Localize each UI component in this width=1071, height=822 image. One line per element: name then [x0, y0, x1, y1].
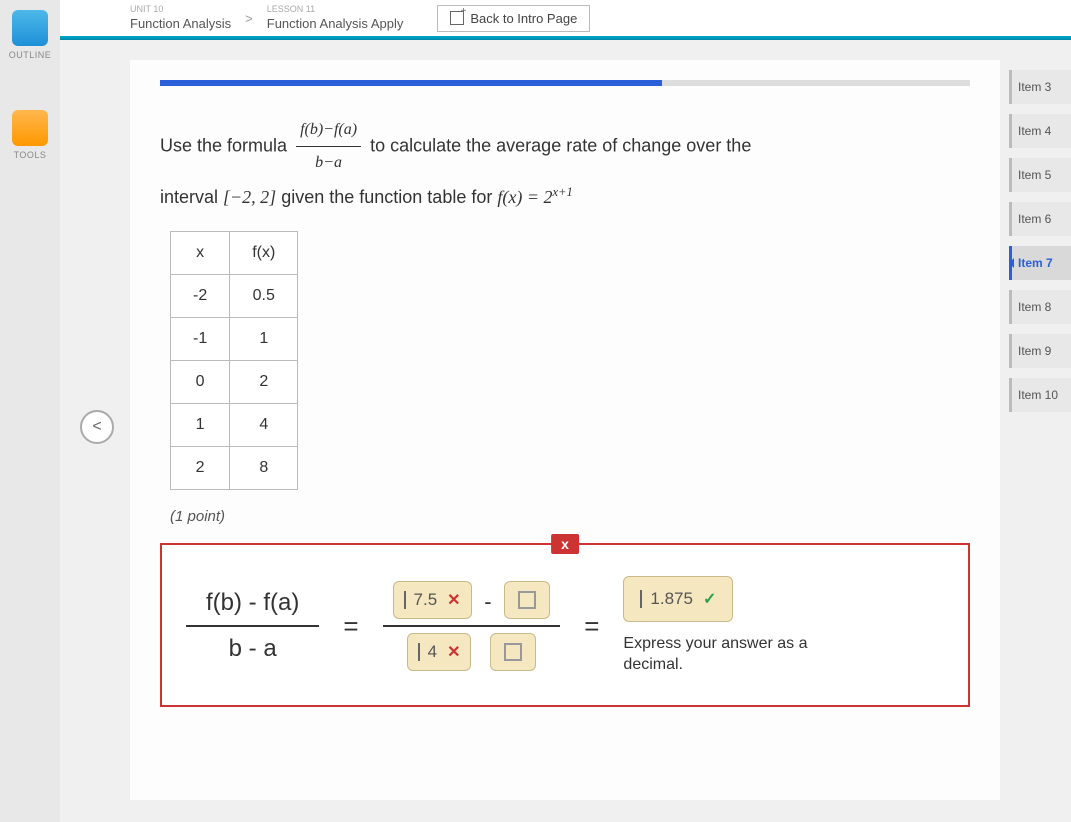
progress-bar [160, 80, 970, 86]
item-nav-3[interactable]: Item 3 [1009, 70, 1071, 104]
lhs-fraction: f(b) - f(a) b - a [186, 581, 319, 671]
function-definition: f(x) = 2x+1 [497, 187, 573, 207]
progress-fill [160, 80, 662, 86]
incorrect-chip: x [551, 534, 579, 554]
wrong-mark-icon: ✕ [447, 642, 460, 662]
item-nav-4[interactable]: Item 4 [1009, 114, 1071, 148]
equals-2: = [584, 611, 599, 642]
equals-1: = [343, 611, 358, 642]
denominator-input-2[interactable] [490, 633, 536, 671]
header-x: x [171, 232, 230, 275]
breadcrumb-unit[interactable]: UNIT 10 Function Analysis [130, 6, 231, 31]
breadcrumb-separator: > [245, 11, 253, 26]
question-prompt: Use the formula f(b)−f(a) b−a to calcula… [160, 114, 970, 215]
item-nav-6[interactable]: Item 6 [1009, 202, 1071, 236]
table-row: 14 [171, 404, 298, 447]
breadcrumb-lesson[interactable]: LESSON 11 Function Analysis Apply [267, 6, 404, 31]
formula-fraction: f(b)−f(a) b−a [296, 114, 361, 179]
tools-label: TOOLS [0, 150, 60, 160]
item-nav: Item 3 Item 4 Item 5 Item 6 Item 7 Item … [1009, 70, 1071, 412]
item-nav-10[interactable]: Item 10 [1009, 378, 1071, 412]
collapse-button[interactable]: < [80, 410, 114, 444]
header-divider [60, 36, 1071, 40]
equation-row: f(b) - f(a) b - a = 7.5 ✕ - [186, 575, 944, 677]
wrong-mark-icon: ✕ [447, 590, 460, 610]
main-content: Use the formula f(b)−f(a) b−a to calcula… [130, 60, 1000, 800]
header-fx: f(x) [230, 232, 298, 275]
left-rail: OUTLINE TOOLS [0, 0, 60, 822]
outline-label: OUTLINE [0, 50, 60, 60]
numerator-input-1[interactable]: 7.5 ✕ [393, 581, 472, 619]
function-table: x f(x) -20.5 -11 02 14 28 [170, 231, 298, 490]
mid-fraction: 7.5 ✕ - 4 ✕ [383, 575, 561, 677]
table-row: 02 [171, 361, 298, 404]
item-nav-8[interactable]: Item 8 [1009, 290, 1071, 324]
denominator-input-1[interactable]: 4 ✕ [407, 633, 472, 671]
points-label: (1 point) [170, 508, 970, 525]
numerator-input-2[interactable] [504, 581, 550, 619]
table-row: 28 [171, 447, 298, 490]
correct-mark-icon: ✓ [703, 589, 716, 609]
answer-hint: Express your answer as a decimal. [623, 634, 823, 676]
outline-icon[interactable] [12, 10, 48, 46]
back-to-intro-button[interactable]: Back to Intro Page [437, 5, 590, 32]
item-nav-9[interactable]: Item 9 [1009, 334, 1071, 368]
minus-sign: - [484, 589, 491, 614]
item-nav-7[interactable]: Item 7 [1009, 246, 1071, 280]
table-row: -20.5 [171, 275, 298, 318]
answer-box: x f(b) - f(a) b - a = 7.5 ✕ - [160, 543, 970, 707]
tools-icon[interactable] [12, 110, 48, 146]
table-row: -11 [171, 318, 298, 361]
final-column: 1.875 ✓ Express your answer as a decimal… [623, 576, 823, 676]
table-header-row: x f(x) [171, 232, 298, 275]
page-icon [450, 11, 464, 25]
item-nav-5[interactable]: Item 5 [1009, 158, 1071, 192]
final-answer-input[interactable]: 1.875 ✓ [623, 576, 733, 622]
breadcrumb: UNIT 10 Function Analysis > LESSON 11 Fu… [60, 0, 1071, 36]
